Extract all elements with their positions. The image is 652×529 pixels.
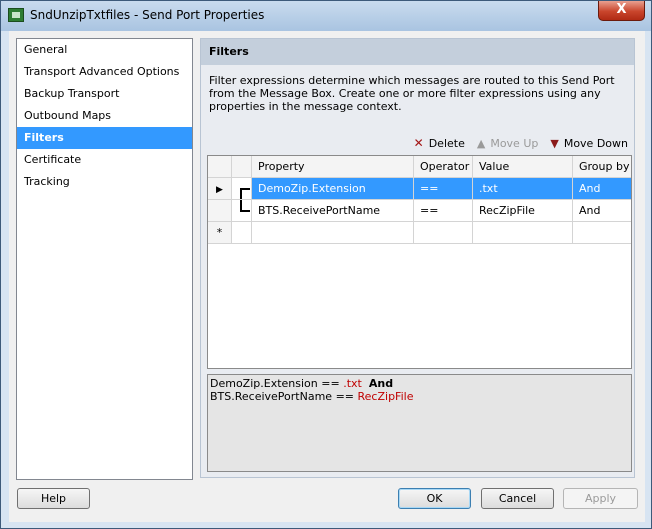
value-cell[interactable]: .txt <box>473 178 573 200</box>
summary-operator: == <box>335 390 355 403</box>
table-row[interactable]: ▶ DemoZip.Extension == .txt And <box>208 178 631 200</box>
summary-line: BTS.ReceivePortName == RecZipFile <box>210 390 629 403</box>
group-bracket-cell <box>232 178 252 200</box>
ok-button[interactable]: OK <box>398 488 471 509</box>
summary-value: .txt <box>343 377 362 390</box>
filters-description: Filter expressions determine which messa… <box>209 74 615 113</box>
property-cell[interactable]: BTS.ReceivePortName <box>252 200 414 222</box>
value-column-header[interactable]: Value <box>473 156 573 178</box>
group-by-column-header[interactable]: Group by <box>573 156 631 178</box>
arrow-down-icon: ▼ <box>550 136 559 150</box>
summary-line: DemoZip.Extension == .txt And <box>210 377 629 390</box>
filters-toolbar: ✕ Delete ▲ Move Up ▼ Move Down <box>414 135 628 151</box>
summary-property: DemoZip.Extension <box>210 377 318 390</box>
move-up-button[interactable]: ▲ Move Up <box>477 137 539 150</box>
summary-value: RecZipFile <box>357 390 414 403</box>
operator-cell[interactable] <box>414 222 473 244</box>
arrow-up-icon: ▲ <box>476 136 486 150</box>
row-header-cell[interactable] <box>208 200 232 222</box>
group-by-cell[interactable]: And <box>573 178 631 200</box>
close-button[interactable]: X <box>598 1 645 21</box>
property-cell[interactable]: DemoZip.Extension <box>252 178 414 200</box>
delete-x-icon: ✕ <box>413 136 424 150</box>
move-up-label: Move Up <box>490 136 539 150</box>
biztalk-app-icon <box>8 8 24 22</box>
grid-header-row: Property Operator Value Group by <box>208 156 631 178</box>
summary-group: And <box>368 377 394 390</box>
group-bracket-cell <box>232 222 252 244</box>
group-bracket-bottom <box>240 200 250 212</box>
property-cell[interactable] <box>252 222 414 244</box>
new-row-asterisk-icon[interactable]: * <box>208 222 232 244</box>
nav-item-transport-advanced-options[interactable]: Transport Advanced Options <box>17 61 192 83</box>
delete-label: Delete <box>428 136 465 150</box>
current-row-indicator-icon[interactable]: ▶ <box>208 178 232 200</box>
row-header-corner <box>208 156 232 178</box>
property-column-header[interactable]: Property <box>252 156 414 178</box>
nav-item-filters[interactable]: Filters <box>17 127 192 149</box>
group-by-cell[interactable] <box>573 222 631 244</box>
summary-property: BTS.ReceivePortName <box>210 390 333 403</box>
nav-item-tracking[interactable]: Tracking <box>17 171 192 193</box>
window-title: SndUnzipTxtfiles - Send Port Properties <box>30 8 265 22</box>
dialog-body: General Transport Advanced Options Backu… <box>9 31 645 522</box>
move-down-button[interactable]: ▼ Move Down <box>550 137 628 150</box>
operator-cell[interactable]: == <box>414 200 473 222</box>
group-bracket-cell <box>232 200 252 222</box>
move-down-label: Move Down <box>563 136 628 150</box>
nav-item-general[interactable]: General <box>17 39 192 61</box>
summary-operator: == <box>321 377 340 390</box>
properties-nav: General Transport Advanced Options Backu… <box>16 38 193 480</box>
section-title: Filters <box>201 39 634 65</box>
new-row[interactable]: * <box>208 222 631 244</box>
nav-item-backup-transport[interactable]: Backup Transport <box>17 83 192 105</box>
value-cell[interactable]: RecZipFile <box>473 200 573 222</box>
delete-button[interactable]: ✕ Delete <box>414 136 465 150</box>
operator-cell[interactable]: == <box>414 178 473 200</box>
operator-column-header[interactable]: Operator <box>414 156 473 178</box>
group-bracket-top <box>240 188 250 199</box>
cancel-button[interactable]: Cancel <box>481 488 554 509</box>
filter-expressions-grid[interactable]: Property Operator Value Group by ▶ DemoZ… <box>207 155 632 369</box>
title-bar[interactable]: SndUnzipTxtfiles - Send Port Properties … <box>1 1 651 31</box>
value-cell[interactable] <box>473 222 573 244</box>
nav-item-outbound-maps[interactable]: Outbound Maps <box>17 105 192 127</box>
help-button[interactable]: Help <box>17 488 90 509</box>
table-row[interactable]: BTS.ReceivePortName == RecZipFile And <box>208 200 631 222</box>
apply-button[interactable]: Apply <box>563 488 638 509</box>
send-port-properties-dialog: SndUnzipTxtfiles - Send Port Properties … <box>0 0 652 529</box>
filters-panel: Filters Filter expressions determine whi… <box>200 38 635 478</box>
filter-expression-summary: DemoZip.Extension == .txt And BTS.Receiv… <box>207 374 632 472</box>
nav-item-certificate[interactable]: Certificate <box>17 149 192 171</box>
group-by-cell[interactable]: And <box>573 200 631 222</box>
group-column-header <box>232 156 252 178</box>
